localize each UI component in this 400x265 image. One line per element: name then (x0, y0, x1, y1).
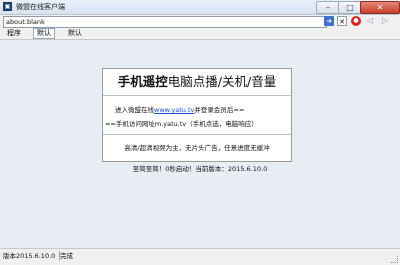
line1-prefix: 进入微盟在线 (115, 106, 154, 114)
minimize-button[interactable]: – (316, 1, 340, 14)
site-link[interactable]: www.yatu.tv (154, 106, 194, 114)
menu-item-program[interactable]: 程序 (4, 28, 24, 39)
slogan-text: 至简至简！0秒启动！当前版本：2015.6.10.0 (132, 165, 268, 173)
go-icon[interactable]: ➜ (324, 16, 334, 26)
card-line-1: 进入微盟在线www.yatu.tv并登录会员后== (115, 104, 244, 114)
page-content: 手机遥控电脑点播/关机/音量 进入微盟在线www.yatu.tv并登录会员后==… (0, 40, 400, 248)
card-title: 手机遥控电脑点播/关机/音量 (103, 69, 291, 96)
card-footer: 高清/超清视频为主，无片头广告，任意进度无缓冲 (124, 144, 270, 152)
menu-bar: 程序 默认 默认 (0, 28, 400, 40)
resize-grip[interactable] (391, 256, 398, 263)
close-icon[interactable]: ✕ (337, 16, 347, 26)
window-title: 微盟在线客户端 (16, 3, 65, 11)
address-input[interactable]: about:blank (3, 16, 327, 28)
app-icon: ▣ (3, 2, 12, 11)
stop-icon[interactable]: ● (351, 16, 361, 26)
forward-icon[interactable]: ▷ (379, 16, 391, 26)
title-bar: ▣ 微盟在线客户端 – □ ✕ (0, 0, 400, 15)
back-icon[interactable]: ◁ (364, 16, 376, 26)
card-line-2: ==手机访问网址m.yatu.tv（手机点选，电脑响应） (105, 120, 258, 128)
status-bar: 版本2015.6.10.0 完成 (0, 248, 400, 265)
status-state: 完成 (60, 252, 73, 260)
card-title-bold: 手机遥控 (117, 74, 168, 89)
line1-suffix: 并登录会员后== (194, 106, 245, 114)
card-body: 进入微盟在线www.yatu.tv并登录会员后== ==手机访问网址m.yatu… (103, 96, 291, 135)
menu-item-default-1[interactable]: 默认 (33, 28, 55, 39)
status-version: 版本2015.6.10.0 (3, 251, 61, 261)
close-button[interactable]: ✕ (360, 1, 400, 14)
address-bar: about:blank ➜ ✕ ● ◁ ▷ (0, 15, 400, 28)
menu-item-default-2[interactable]: 默认 (65, 28, 85, 39)
card-title-rest: 电脑点播/关机/音量 (167, 74, 277, 89)
maximize-button[interactable]: □ (338, 1, 362, 14)
info-card: 手机遥控电脑点播/关机/音量 进入微盟在线www.yatu.tv并登录会员后==… (102, 68, 292, 162)
